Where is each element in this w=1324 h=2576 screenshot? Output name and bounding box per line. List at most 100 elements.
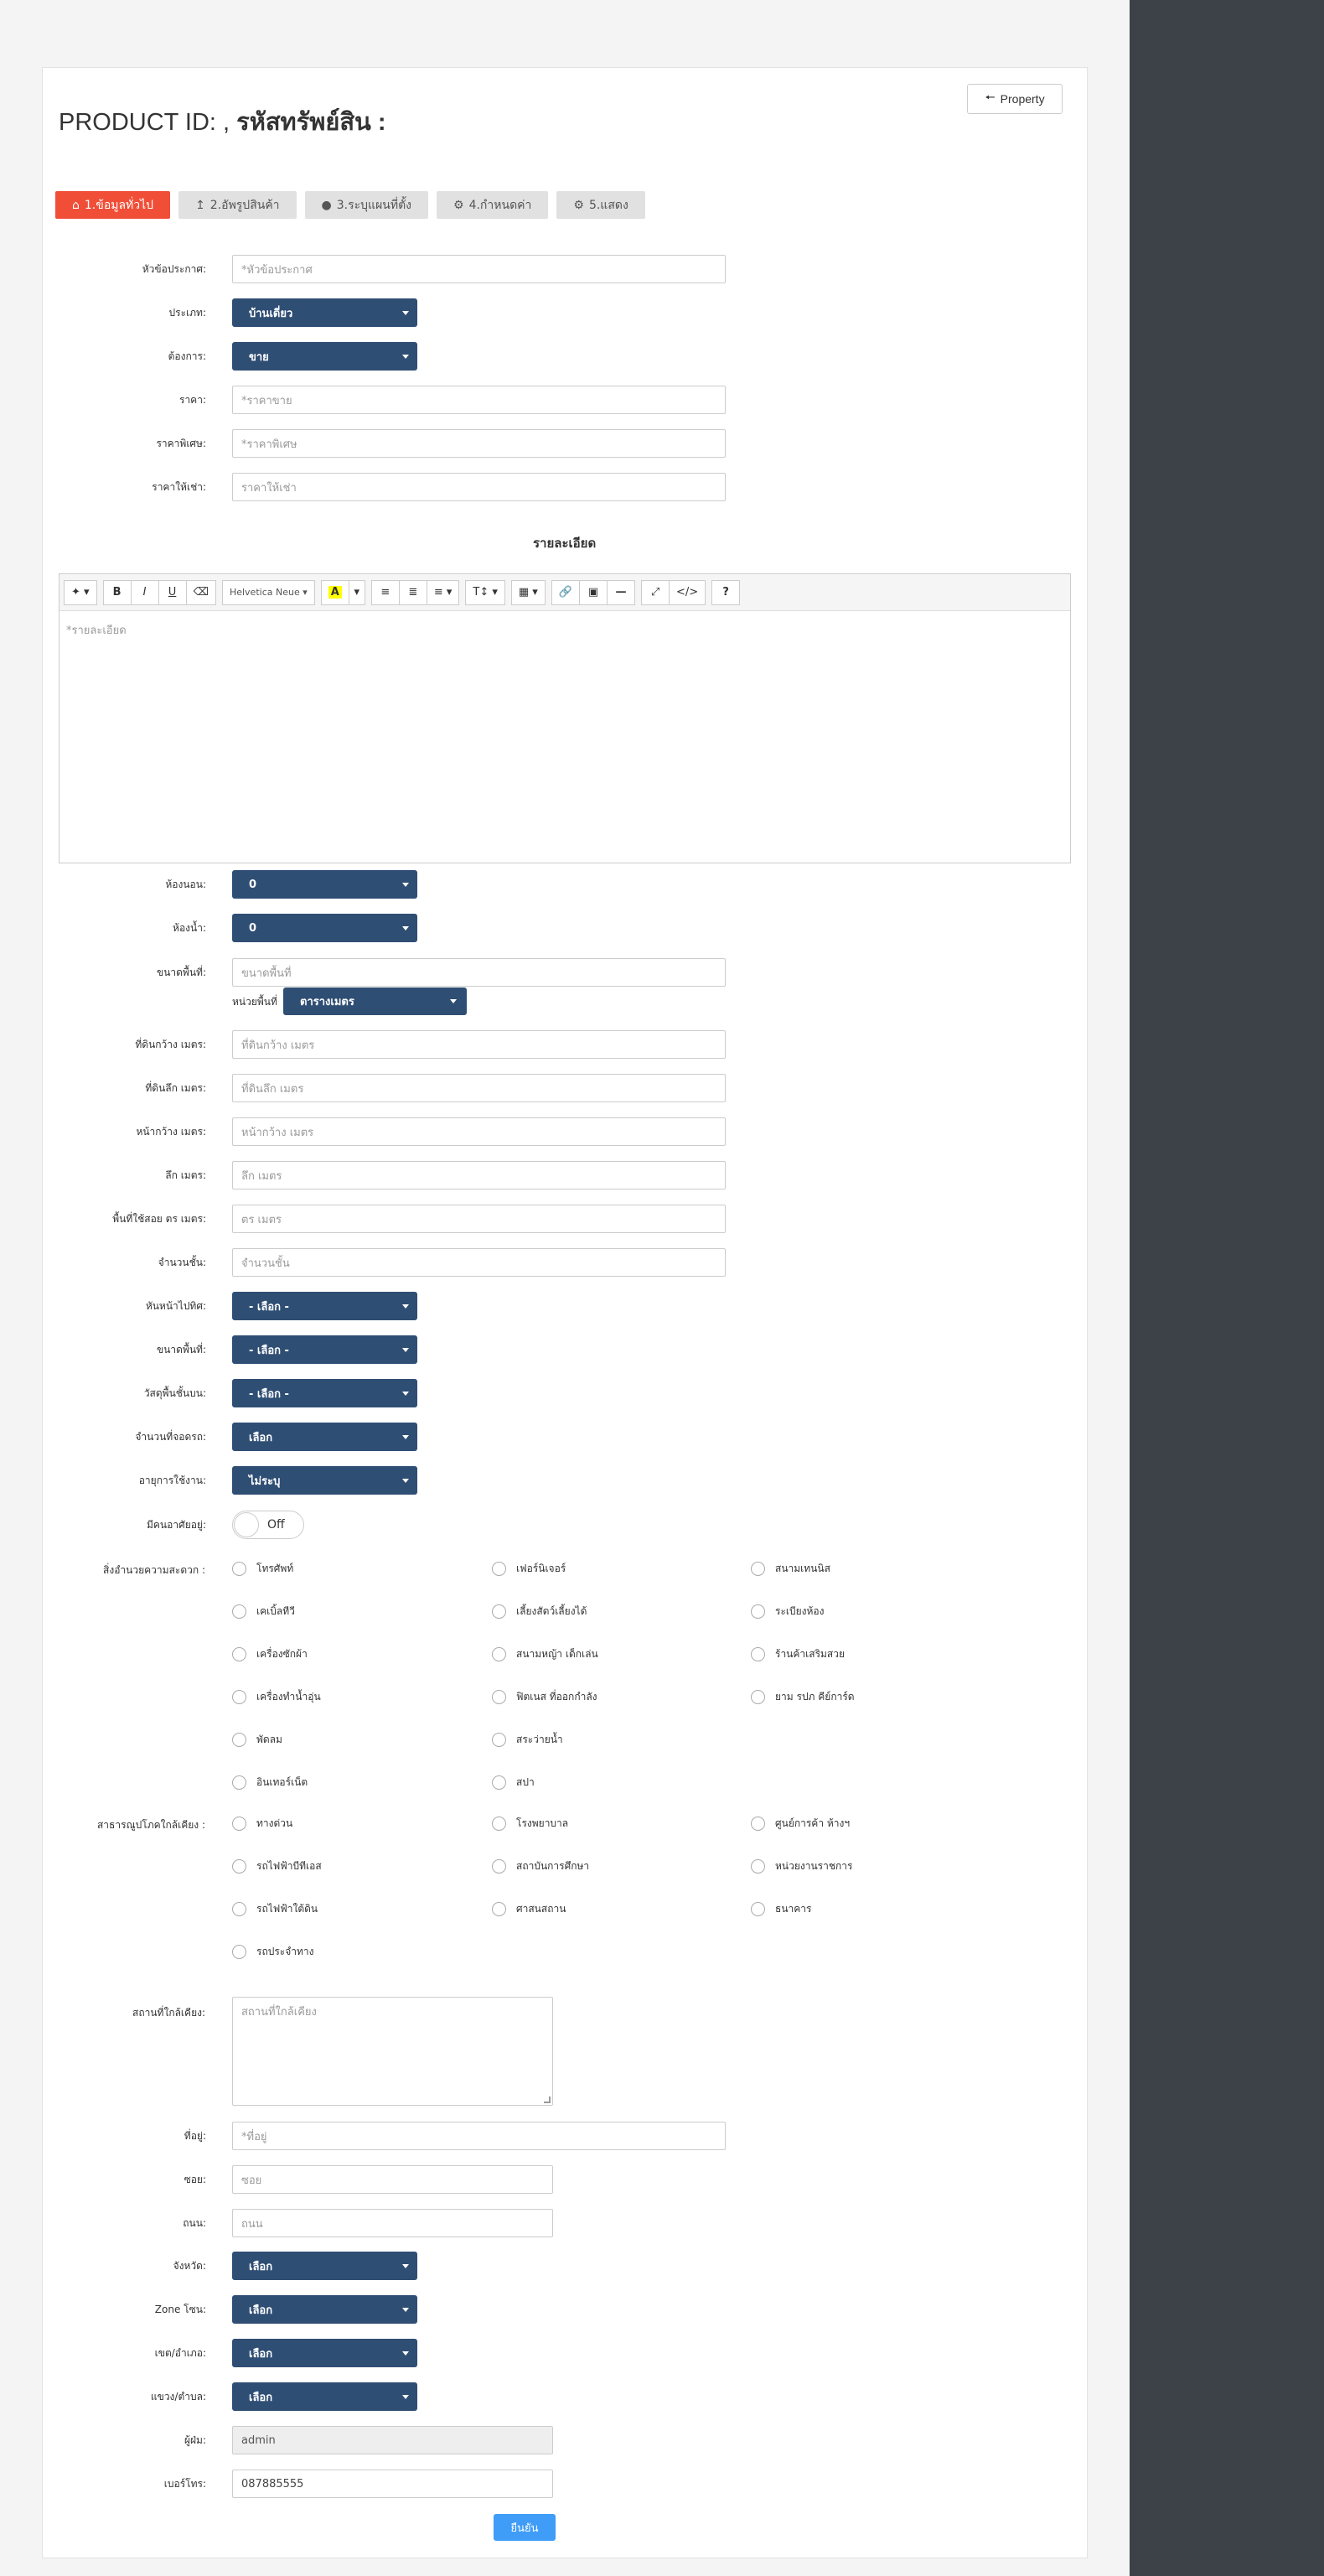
caret-down-icon[interactable]: ▾ [348,579,365,605]
font-family-select[interactable]: Helvetica Neue ▾ [221,579,315,605]
phone-input[interactable]: 087885555 [232,2470,553,2498]
radio-circle-icon[interactable] [232,1859,246,1874]
table-icon[interactable]: ▦ ▾ [510,579,546,605]
italic-button[interactable]: I [130,579,159,605]
radio-circle-icon[interactable] [232,1604,246,1619]
facility-radio[interactable]: เฟอร์นิเจอร์ [492,1561,566,1577]
ordered-list-icon[interactable]: ≣ [398,579,427,605]
rent-price-input[interactable]: ราคาให้เช่า [232,473,726,501]
font-color-icon[interactable]: A [320,579,349,605]
area-input[interactable]: ขนาดพื้นที่ [232,958,726,987]
property-button[interactable]: 🠔 Property [967,84,1063,114]
radio-circle-icon[interactable] [232,1945,246,1959]
radio-circle-icon[interactable] [232,1817,246,1831]
code-view-icon[interactable]: </> [669,579,706,605]
facing-select[interactable]: - เลือก - [232,1292,417,1320]
nearby-radio[interactable]: ธนาคาร [751,1901,811,1917]
underline-button[interactable]: U [158,579,187,605]
front-width-input[interactable]: หน้ากว้าง เมตร [232,1117,726,1146]
price-input[interactable]: *ราคาขาย [232,386,726,414]
nearby-radio[interactable]: โรงพยาบาล [492,1816,568,1832]
eraser-icon[interactable]: ⌫ [185,579,216,605]
radio-circle-icon[interactable] [751,1604,765,1619]
tab-map[interactable]: ● 3.ระบุแผนที่ตั้ง [304,191,429,219]
nearby-radio[interactable]: ศาสนสถาน [492,1901,566,1917]
radio-circle-icon[interactable] [751,1562,765,1576]
subdistrict-select[interactable]: เลือก [232,2382,417,2411]
radio-circle-icon[interactable] [492,1817,506,1831]
radio-circle-icon[interactable] [232,1733,246,1747]
want-select[interactable]: ขาย [232,342,417,371]
type-select[interactable]: บ้านเดี่ยว [232,298,417,327]
facility-radio[interactable]: เครื่องซักผ้า [232,1646,308,1662]
nearby-places-textarea[interactable]: สถานที่ใกล้เคียง [232,1997,553,2106]
area-unit-select[interactable]: ตารางเมตร [283,987,467,1015]
bold-button[interactable]: B [102,579,132,605]
nearby-radio[interactable]: รถไฟฟ้าบีทีเอส [232,1858,322,1874]
special-price-input[interactable]: *ราคาพิเศษ [232,429,726,458]
size-select[interactable]: - เลือก - [232,1335,417,1364]
submit-button[interactable]: ยืนยัน [494,2514,556,2541]
fullscreen-icon[interactable]: ⤢ [641,579,670,605]
floor-material-select[interactable]: - เลือก - [232,1379,417,1407]
radio-circle-icon[interactable] [492,1604,506,1619]
unordered-list-icon[interactable]: ≡ [370,579,400,605]
radio-circle-icon[interactable] [492,1733,506,1747]
road-input[interactable]: ถนน [232,2209,553,2237]
radio-circle-icon[interactable] [751,1902,765,1916]
facility-radio[interactable]: ร้านค้าเสริมสวย [751,1646,845,1662]
facility-radio[interactable]: โทรศัพท์ [232,1561,293,1577]
radio-circle-icon[interactable] [751,1817,765,1831]
bathrooms-select[interactable]: 0 [232,914,417,942]
radio-circle-icon[interactable] [232,1690,246,1704]
floors-input[interactable]: จำนวนชั้น [232,1248,726,1277]
address-input[interactable]: *ที่อยู่ [232,2122,726,2150]
facility-radio[interactable]: ฟิตเนส ที่ออกกำลัง [492,1689,597,1705]
text-height-icon[interactable]: T↕ ▾ [465,579,505,605]
tab-display[interactable]: ⚙ 5.แสดง [556,191,645,219]
facility-radio[interactable]: เครื่องทำน้ำอุ่น [232,1689,321,1705]
age-select[interactable]: ไม่ระบุ [232,1466,417,1495]
radio-circle-icon[interactable] [751,1859,765,1874]
align-icon[interactable]: ≡ ▾ [426,579,460,605]
facility-radio[interactable]: เคเบิ้ลทีวี [232,1604,295,1620]
facility-radio[interactable]: เลี้ยงสัตว์เลี้ยงได้ [492,1604,587,1620]
radio-circle-icon[interactable] [492,1690,506,1704]
facility-radio[interactable]: สนามหญ้า เด็กเล่น [492,1646,598,1662]
resize-handle-icon[interactable] [544,2097,551,2103]
radio-circle-icon[interactable] [492,1775,506,1790]
nearby-radio[interactable]: สถาบันการศึกษา [492,1858,589,1874]
tab-general[interactable]: ⌂ 1.ข้อมูลทั่วไป [55,191,171,219]
nearby-radio[interactable]: รถไฟฟ้าใต้ดิน [232,1901,318,1917]
district-select[interactable]: เลือก [232,2339,417,2367]
depth-input[interactable]: ลึก เมตร [232,1161,726,1190]
radio-circle-icon[interactable] [232,1647,246,1661]
parking-select[interactable]: เลือก [232,1423,417,1451]
facility-radio[interactable]: พัดลม [232,1732,282,1748]
help-icon[interactable]: ? [711,579,741,605]
nearby-radio[interactable]: รถประจำทาง [232,1944,314,1960]
bedrooms-select[interactable]: 0 [232,870,417,899]
radio-circle-icon[interactable] [751,1647,765,1661]
land-width-input[interactable]: ที่ดินกว้าง เมตร [232,1030,726,1059]
tab-settings[interactable]: ⚙ 4.กำหนดค่า [437,191,549,219]
radio-circle-icon[interactable] [492,1647,506,1661]
editor-content[interactable]: *รายละเอียด [59,611,1070,649]
nearby-radio[interactable]: ศูนย์การค้า ห้างฯ [751,1816,850,1832]
magic-wand-icon[interactable]: ✦ ▾ [64,579,97,605]
announce-title-input[interactable]: *หัวข้อประกาศ [232,255,726,283]
facility-radio[interactable]: ระเบียงห้อง [751,1604,824,1620]
facility-radio[interactable]: สระว่ายน้ำ [492,1732,563,1748]
resident-toggle[interactable]: Off [232,1511,304,1539]
radio-circle-icon[interactable] [492,1562,506,1576]
radio-circle-icon[interactable] [232,1562,246,1576]
zone-select[interactable]: เลือก [232,2295,417,2324]
nearby-radio[interactable]: หน่วยงานราชการ [751,1858,852,1874]
facility-radio[interactable]: อินเทอร์เน็ต [232,1775,308,1791]
facility-radio[interactable]: ยาม รปภ คีย์การ์ด [751,1689,855,1705]
radio-circle-icon[interactable] [492,1859,506,1874]
radio-circle-icon[interactable] [492,1902,506,1916]
facility-radio[interactable]: สปา [492,1775,535,1791]
radio-circle-icon[interactable] [232,1902,246,1916]
soi-input[interactable]: ซอย [232,2165,553,2194]
